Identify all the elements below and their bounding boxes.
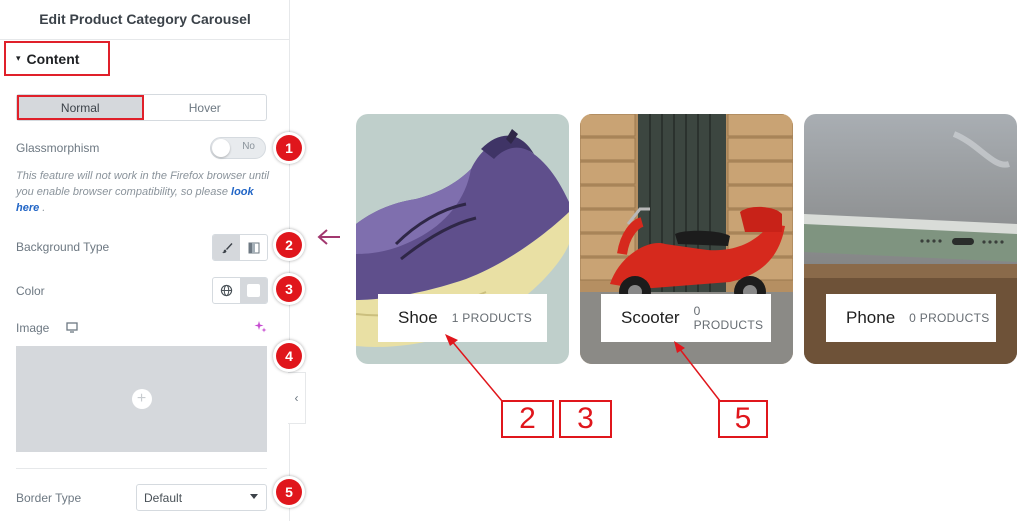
category-card-scooter[interactable]: Scooter 0 PRODUCTS [580,114,793,364]
border-type-select[interactable]: Default [136,484,267,511]
glassmorphism-label: Glassmorphism [16,141,100,155]
category-card-shoe[interactable]: Shoe 1 PRODUCTS [356,114,569,364]
panel-title: Edit Product Category Carousel [0,0,290,40]
color-swatch[interactable] [240,278,267,303]
callout-3: 3 [559,400,612,438]
panel-collapse-button[interactable]: ‹ [288,372,306,424]
tab-normal[interactable]: Normal [17,95,144,120]
tab-hover[interactable]: Hover [144,95,267,120]
section-label: Content [26,50,80,67]
callout-5: 5 [718,400,768,438]
note-suffix: . [39,202,46,214]
category-label: Phone 0 PRODUCTS [826,294,996,342]
marker-3: 3 [273,273,305,305]
responsive-desktop-icon[interactable] [66,320,78,338]
category-name: Shoe [398,308,438,327]
background-type-control [212,234,268,261]
product-count: 0 PRODUCTS [693,304,764,332]
image-label: Image [16,321,50,335]
state-tabs: Normal Hover [16,94,267,121]
color-label: Color [16,284,45,298]
category-label: Scooter 0 PRODUCTS [601,294,771,342]
category-name: Scooter [621,308,680,327]
category-card-phone[interactable]: Phone 0 PRODUCTS [804,114,1017,364]
marker-1: 1 [273,132,305,164]
toggle-knob [212,139,230,157]
marker-4: 4 [273,340,305,372]
product-count: 1 PRODUCTS [451,311,533,325]
toggle-state-text: No [242,141,255,152]
chevron-down-icon [250,494,258,499]
caret-down-icon: ▾ [16,53,21,63]
background-type-label: Background Type [16,240,110,254]
marker-5: 5 [273,476,305,508]
divider [16,468,267,469]
glassmorphism-toggle[interactable]: No [210,137,266,159]
border-type-label: Border Type [16,491,82,505]
callout-2: 2 [501,400,554,438]
brush-icon[interactable] [213,235,240,260]
border-type-value: Default [144,490,183,505]
marker-2: 2 [273,229,305,261]
firefox-note: This feature will not work in the Firefo… [16,168,271,216]
ai-sparkle-icon[interactable] [254,320,267,338]
add-image-icon[interactable]: + [131,389,152,409]
gradient-icon[interactable] [240,235,267,260]
globe-icon[interactable] [213,278,240,303]
image-upload-area[interactable]: + [16,346,267,452]
category-name: Phone [846,308,896,327]
chevron-left-icon: ‹ [294,391,299,405]
product-count: 0 PRODUCTS [909,311,990,325]
color-control [212,277,268,304]
category-label: Shoe 1 PRODUCTS [378,294,547,342]
content-section-toggle[interactable]: ▾ Content [4,41,110,76]
editor-panel: Edit Product Category Carousel ▾ Content… [0,0,290,521]
